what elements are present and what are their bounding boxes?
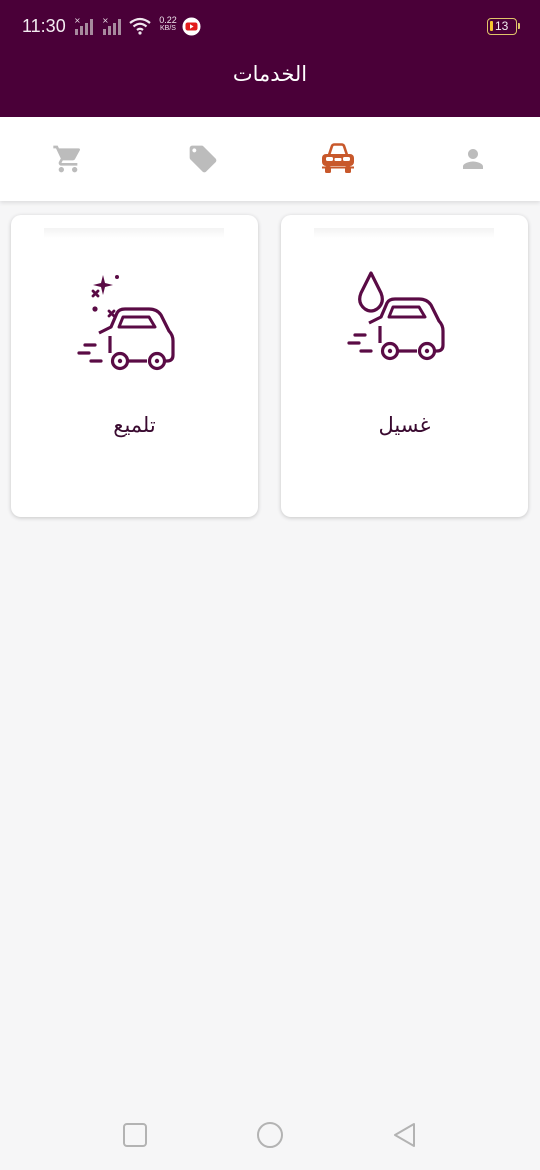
- tab-cart[interactable]: [0, 117, 135, 201]
- person-icon: [462, 149, 483, 169]
- service-label-polish: تلميع: [113, 413, 156, 437]
- status-bar: 11:30 × × 0.22 KB/S 13: [0, 0, 540, 56]
- battery-fill: [490, 21, 493, 31]
- svg-text:×: ×: [102, 16, 109, 25]
- net-speed-unit: KB/S: [160, 25, 176, 32]
- system-nav-bar: [0, 1100, 540, 1170]
- app-header: 11:30 × × 0.22 KB/S 13 الخدمات: [0, 0, 540, 117]
- service-label-wash: غسيل: [378, 413, 431, 437]
- net-speed: 0.22 KB/S: [156, 16, 180, 33]
- svg-text:×: ×: [74, 16, 81, 25]
- youtube-icon: [182, 17, 201, 36]
- tab-profile[interactable]: [405, 117, 540, 201]
- status-time: 11:30: [22, 16, 66, 36]
- wifi-icon: [129, 17, 151, 35]
- cart-icon: [52, 145, 80, 173]
- battery-icon: 13: [487, 18, 520, 35]
- card-top-shade: [44, 228, 224, 238]
- home-button[interactable]: [255, 1120, 285, 1150]
- battery-level: 13: [495, 19, 509, 33]
- car-wash-icon: [347, 271, 445, 361]
- recent-apps-button[interactable]: [120, 1120, 150, 1150]
- tab-bar: [0, 117, 540, 201]
- tag-icon: [189, 145, 216, 173]
- page-title: الخدمات: [232, 62, 308, 86]
- service-card-wash[interactable]: غسيل: [281, 215, 528, 517]
- signal-icon: ×: [74, 16, 93, 35]
- car-icon: [321, 143, 354, 173]
- service-card-polish[interactable]: تلميع: [11, 215, 258, 517]
- back-button[interactable]: [390, 1120, 420, 1150]
- card-top-shade: [314, 228, 494, 238]
- car-polish-icon: [77, 275, 175, 371]
- tab-services[interactable]: [270, 117, 405, 201]
- tab-offers[interactable]: [135, 117, 270, 201]
- signal-icon: ×: [102, 16, 121, 35]
- net-speed-value: 0.22: [159, 15, 177, 25]
